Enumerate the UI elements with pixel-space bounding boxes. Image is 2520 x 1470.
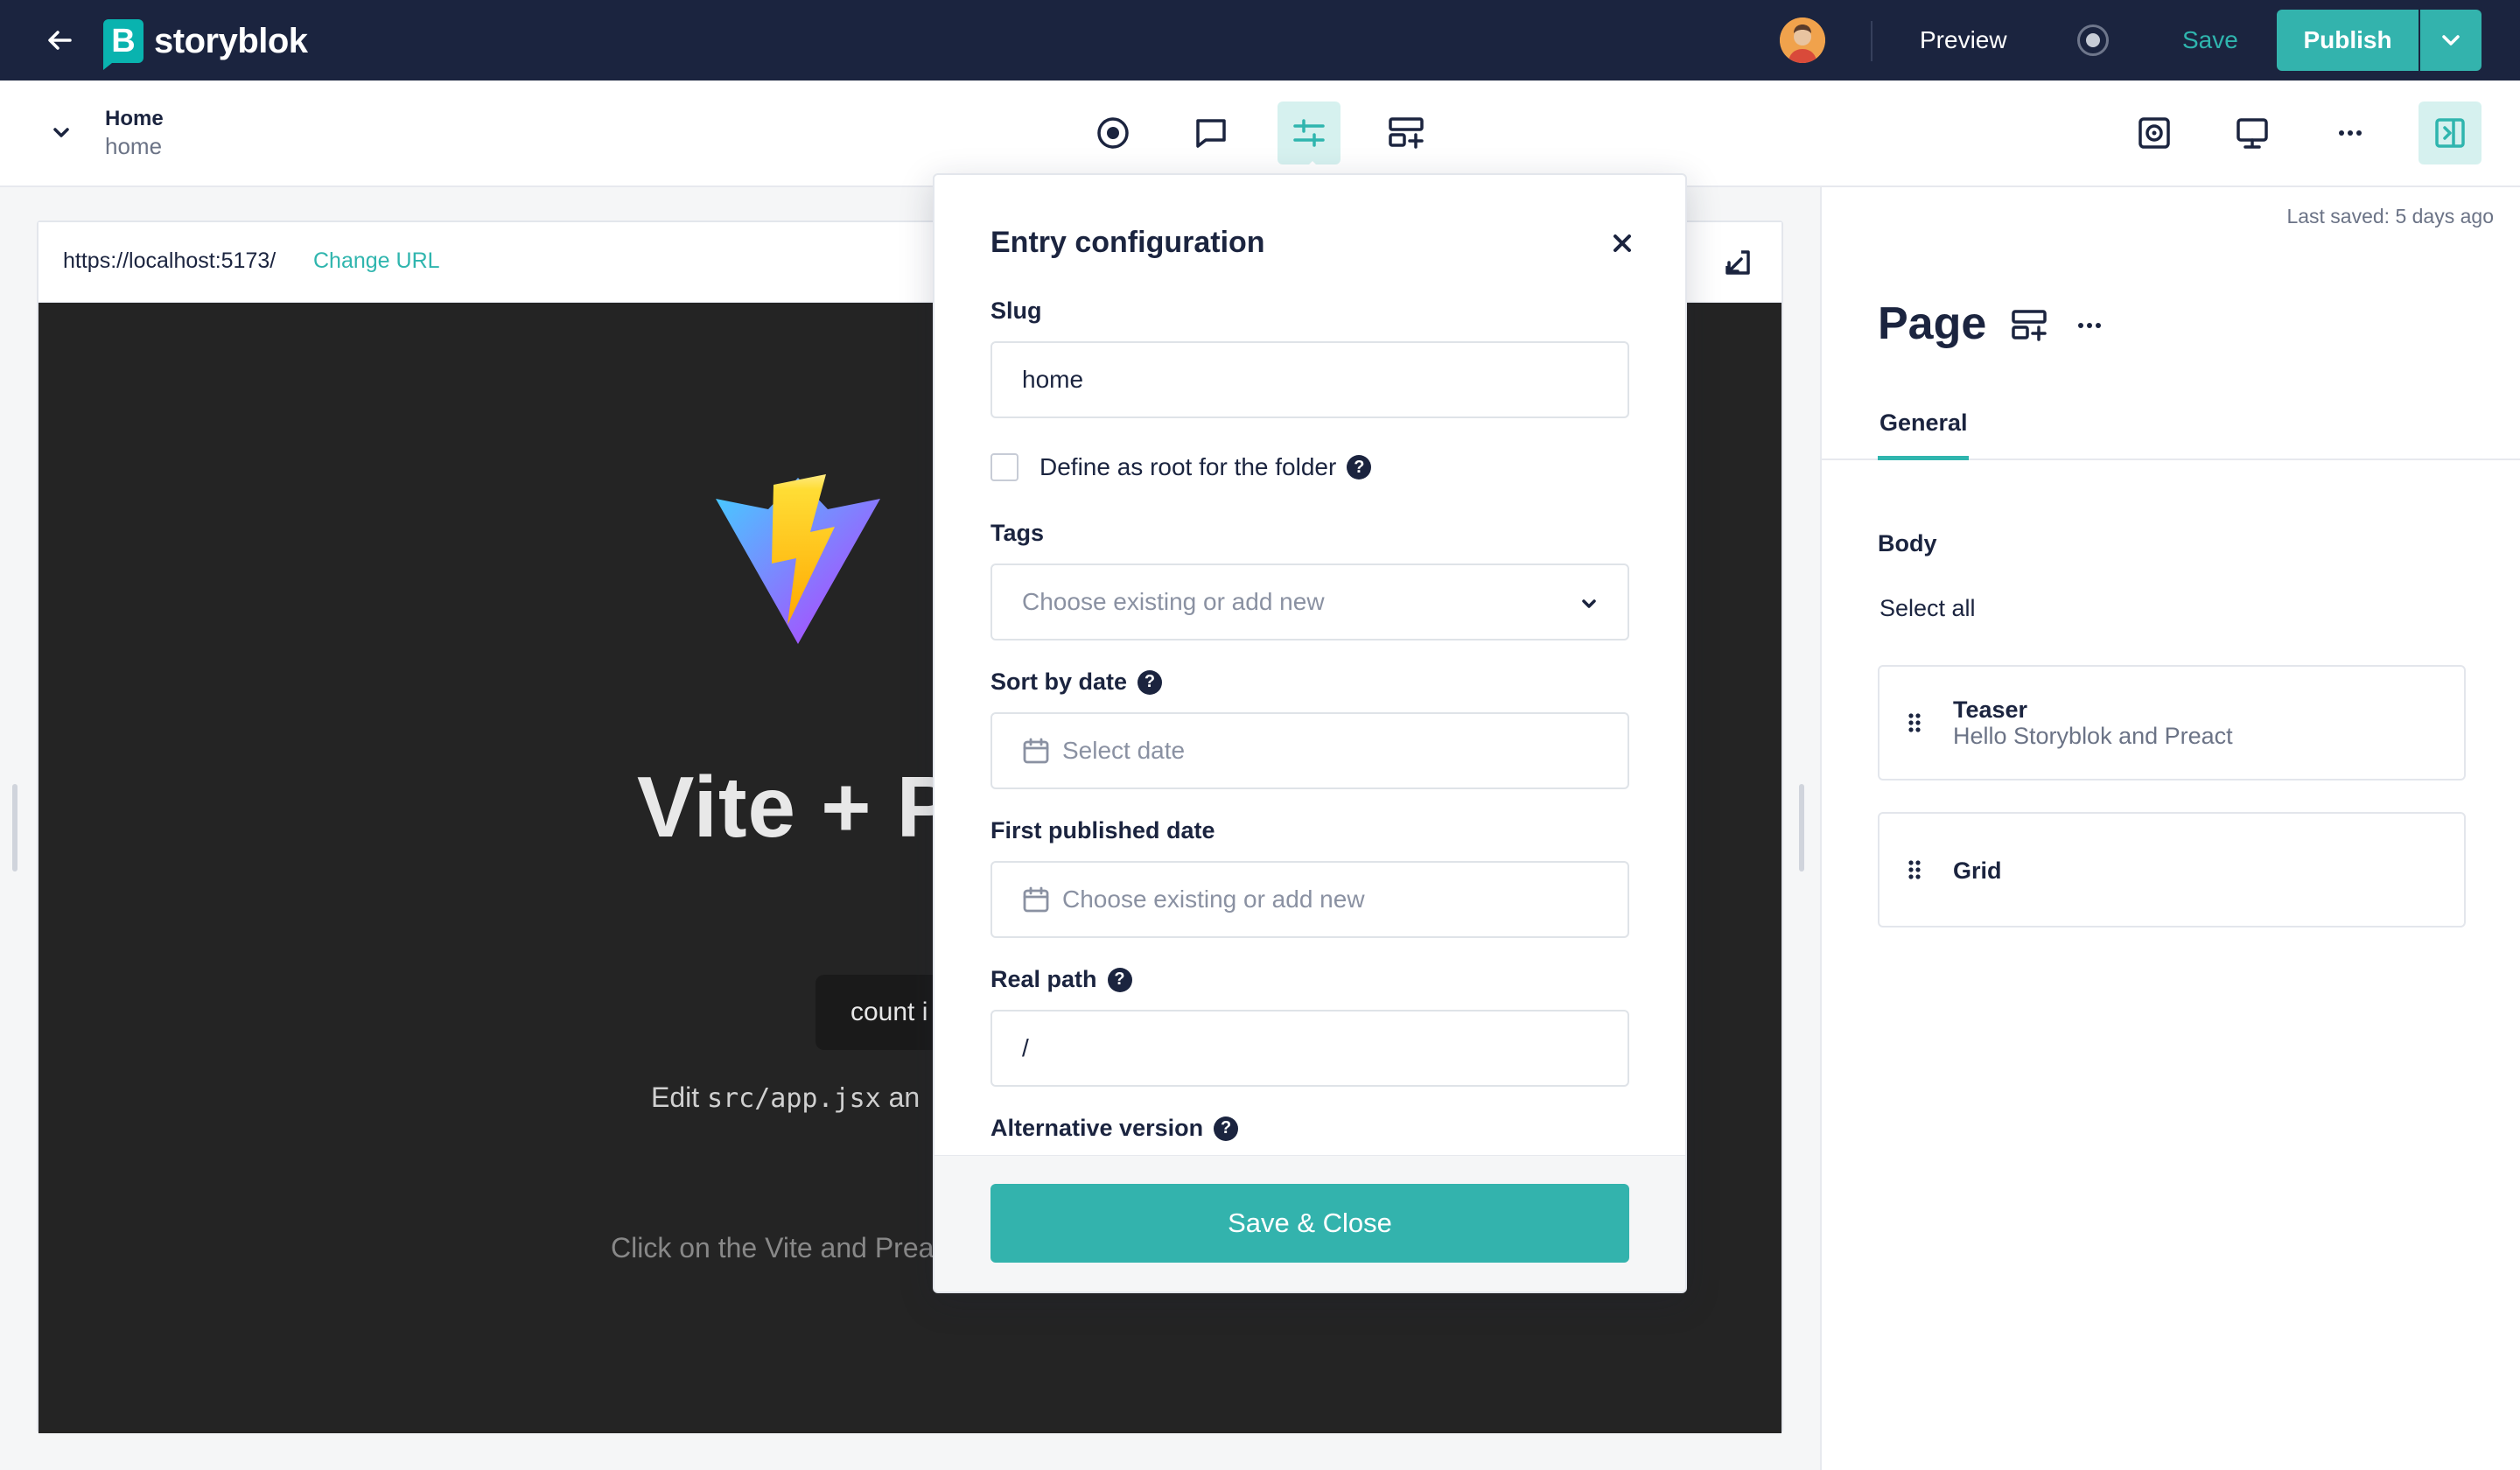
define-root-label: Define as root for the folder — [1040, 453, 1337, 480]
change-url-link[interactable]: Change URL — [313, 248, 440, 274]
more-options-button[interactable] — [2319, 102, 2382, 164]
minimize-preview-icon[interactable] — [1718, 243, 1757, 282]
select-all-link[interactable]: Select all — [1880, 595, 1976, 622]
help-icon[interactable]: ? — [1214, 1116, 1239, 1141]
block-name: Grid — [1953, 858, 2002, 884]
eye-frame-icon — [2138, 117, 2170, 149]
sidebar-tabs: General — [1822, 406, 2520, 460]
block-subtitle: Hello Storyblok and Preact — [1953, 723, 2233, 749]
entry-slug: home — [105, 133, 163, 159]
visual-editor-tool-button[interactable] — [1082, 102, 1144, 164]
entry-config-tool-button[interactable] — [1278, 102, 1340, 164]
vite-logo-icon[interactable] — [712, 474, 884, 650]
app-read-the-docs: Click on the Vite and Prea — [611, 1232, 934, 1264]
more-horizontal-icon — [2339, 130, 2362, 136]
calendar-icon — [1022, 886, 1050, 914]
alternative-version-label: Alternative version? — [990, 1115, 1239, 1142]
app-hero-title: Vite + P — [637, 759, 956, 855]
more-horizontal-icon[interactable] — [2068, 304, 2110, 346]
entry-configuration-dialog: Entry configuration Slug home Define as … — [933, 173, 1687, 1293]
dialog-footer: Save & Close — [934, 1155, 1685, 1292]
block-name: Teaser — [1953, 696, 2028, 723]
slug-label: Slug — [990, 298, 1042, 324]
define-root-checkbox[interactable] — [990, 453, 1018, 481]
top-divider — [1871, 21, 1872, 61]
content-sidebar: Last saved: 5 days ago Page General Body… — [1820, 187, 2520, 1470]
body-field-label: Body — [1878, 530, 1937, 556]
first-published-input[interactable]: Choose existing or add new — [990, 861, 1629, 938]
add-block-tool-button[interactable] — [1376, 102, 1438, 164]
tags-label: Tags — [990, 520, 1045, 546]
component-title: Page — [1878, 298, 1987, 349]
sort-by-date-label: Sort by date? — [990, 668, 1163, 696]
target-icon — [1097, 117, 1129, 149]
drag-handle-icon[interactable] — [1904, 856, 1925, 884]
tags-select[interactable]: Choose existing or add new — [990, 564, 1629, 640]
top-bar: B storyblok Preview Save Publish — [0, 0, 2520, 80]
help-icon[interactable]: ? — [1107, 967, 1132, 992]
entry-title: Home — [105, 107, 164, 130]
calendar-icon — [1022, 737, 1050, 765]
define-root-row: Define as root for the folder ? — [990, 453, 1372, 481]
publish-button[interactable]: Publish — [2277, 10, 2418, 71]
storyblok-logo-text: storyblok — [154, 21, 308, 60]
last-saved-status: Last saved: 5 days ago — [2286, 205, 2494, 228]
drag-handle-icon[interactable] — [1904, 709, 1925, 737]
app-edit-line: Edit src/app.jsx an — [651, 1082, 920, 1114]
slug-input[interactable]: home — [990, 341, 1629, 418]
save-and-close-button[interactable]: Save & Close — [990, 1184, 1629, 1263]
comment-icon — [1196, 119, 1226, 148]
sort-by-date-input[interactable]: Select date — [990, 712, 1629, 789]
block-add-icon — [1389, 117, 1424, 149]
popover-caret — [1302, 161, 1323, 172]
block-library-icon[interactable] — [2009, 304, 2051, 346]
sidebar-panel-icon — [2435, 118, 2465, 148]
storyblok-logo: B storyblok — [103, 19, 308, 70]
real-path-label: Real path? — [990, 966, 1132, 993]
publish-options-chevron-icon[interactable] — [2420, 10, 2482, 71]
storyblok-logo-icon: B — [103, 19, 144, 70]
first-published-label: First published date — [990, 817, 1215, 844]
block-card-grid[interactable]: Grid — [1878, 812, 2466, 928]
device-preview-button[interactable] — [2221, 102, 2284, 164]
help-icon[interactable]: ? — [1347, 455, 1372, 480]
dialog-title: Entry configuration — [990, 226, 1265, 259]
user-avatar[interactable] — [1780, 18, 1825, 63]
preview-url: https://localhost:5173/ — [63, 248, 276, 273]
help-icon[interactable]: ? — [1138, 669, 1163, 695]
monitor-icon — [2236, 118, 2268, 149]
comments-tool-button[interactable] — [1180, 102, 1242, 164]
chevron-down-icon — [1577, 592, 1601, 616]
preview-mode-button[interactable] — [2123, 102, 2186, 164]
sliders-icon — [1293, 119, 1325, 147]
tab-active-indicator — [1878, 456, 1969, 460]
frame-resize-handle-left[interactable] — [12, 784, 18, 872]
block-card-teaser[interactable]: Teaser Hello Storyblok and Preact — [1878, 665, 2466, 780]
save-button[interactable]: Save — [2182, 26, 2238, 54]
editor-toolbar: Home home — [0, 80, 2520, 187]
preview-button[interactable]: Preview — [1920, 26, 2007, 54]
back-arrow-icon[interactable] — [38, 19, 80, 61]
close-icon[interactable] — [1603, 224, 1642, 262]
toggle-sidebar-button[interactable] — [2418, 102, 2482, 164]
frame-resize-handle-right[interactable] — [1799, 784, 1804, 872]
publish-status-icon[interactable] — [2077, 24, 2109, 56]
chevron-down-icon[interactable] — [44, 116, 79, 150]
real-path-input[interactable]: / — [990, 1010, 1629, 1087]
tab-general[interactable]: General — [1880, 410, 1968, 452]
